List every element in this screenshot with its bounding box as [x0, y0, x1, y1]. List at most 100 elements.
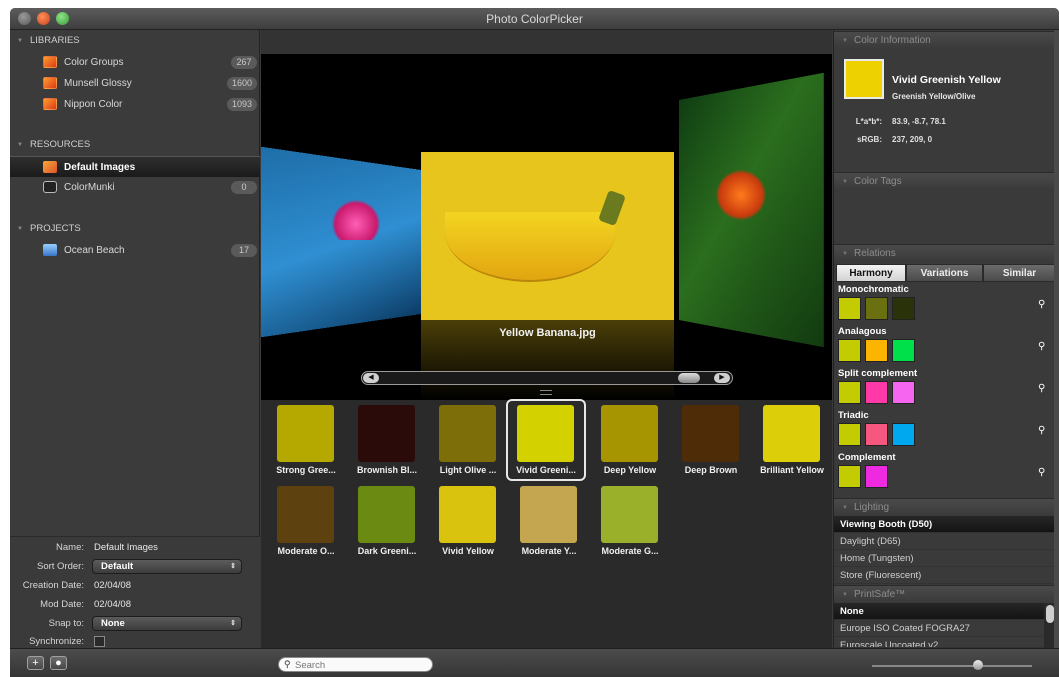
sort-order-select[interactable]: Default ⇕ [92, 559, 242, 574]
updown-arrows-icon: ⇕ [230, 563, 236, 570]
swatch-label: Deep Brown [684, 465, 738, 475]
current-color-swatch [844, 59, 884, 99]
item-count-badge: 1093 [226, 98, 257, 111]
scroll-left-icon[interactable]: ◀ [363, 373, 379, 383]
printsafe-option[interactable]: Europe ISO Coated FOGRA27 [834, 620, 1044, 637]
cover-image-pink-flower[interactable] [261, 146, 421, 338]
lighting-option[interactable]: Daylight (D65) [834, 533, 1056, 550]
relations-header[interactable]: Relations [834, 244, 1056, 263]
relation-swatch[interactable] [838, 381, 861, 404]
lighting-option[interactable]: Viewing Booth (D50) [834, 516, 1056, 533]
libraries-header[interactable]: LIBRARIES [10, 31, 260, 51]
swatch-label: Light Olive ... [439, 465, 497, 475]
relation-swatch[interactable] [865, 423, 888, 446]
sidebar-item-color-groups[interactable]: Color Groups 267 [10, 52, 260, 73]
projects-header[interactable]: PROJECTS [10, 219, 260, 239]
swatch-item[interactable]: Brownish Bl... [347, 400, 427, 482]
swatch-item[interactable]: Light Olive ... [428, 400, 508, 482]
relations-tabs: Harmony Variations Similar [836, 264, 1056, 282]
swatch-color [439, 486, 496, 543]
relation-swatch[interactable] [838, 297, 861, 320]
search-icon: ⚲ [284, 659, 291, 669]
printsafe-option[interactable]: Euroscale Uncoated v2 [834, 637, 1044, 648]
sidebar-item-label: ColorMunki [64, 182, 115, 193]
collection-info-panel: Name: Default Images Sort Order: Default… [10, 536, 260, 648]
swatch-item[interactable]: Moderate G... [590, 481, 670, 563]
zoom-slider-thumb[interactable] [973, 660, 983, 670]
relation-name: Split complement [838, 368, 918, 379]
swatch-label: Strong Gree... [276, 465, 336, 475]
scrollbar-thumb[interactable] [1046, 605, 1054, 623]
sort-order-row: Sort Order: Default ⇕ [10, 558, 260, 576]
swatch-item[interactable]: Dark Greeni... [347, 481, 427, 563]
tab-similar[interactable]: Similar [983, 264, 1056, 282]
relation-swatch[interactable] [865, 339, 888, 362]
coverflow-scrollbar[interactable]: ◀ ▶ [361, 371, 733, 385]
relation-swatch[interactable] [865, 381, 888, 404]
magnifier-icon[interactable]: ⚲ [1038, 426, 1048, 436]
resize-grip-icon[interactable] [540, 390, 552, 395]
relation-swatch[interactable] [865, 297, 888, 320]
sidebar-item-label: Default Images [64, 162, 136, 173]
lighting-option[interactable]: Home (Tungsten) [834, 550, 1056, 567]
printsafe-option[interactable]: None [834, 603, 1044, 620]
bottom-toolbar: + ● ⚲ [10, 648, 1059, 677]
relation-swatch[interactable] [865, 465, 888, 488]
image-stack-icon [43, 161, 57, 173]
swatch-item[interactable]: Deep Brown [671, 400, 751, 482]
record-icon[interactable]: ● [50, 656, 67, 670]
swatch-color [763, 405, 820, 462]
relation-swatch[interactable] [892, 339, 915, 362]
magnifier-icon[interactable]: ⚲ [1038, 384, 1048, 394]
relation-complement: Complement ⚲ [834, 452, 1056, 492]
scrollbar-thumb[interactable] [678, 373, 700, 383]
relation-swatch[interactable] [838, 465, 861, 488]
magnifier-icon[interactable]: ⚲ [1038, 468, 1048, 478]
scroll-right-icon[interactable]: ▶ [714, 373, 730, 383]
relation-swatch[interactable] [838, 423, 861, 446]
search-field[interactable]: ⚲ [278, 657, 433, 672]
printsafe-header[interactable]: PrintSafe™ [834, 585, 1056, 604]
swatch-item[interactable]: Vivid Yellow [428, 481, 508, 563]
relation-swatch[interactable] [892, 423, 915, 446]
swatch-item[interactable]: Moderate Y... [509, 481, 589, 563]
swatch-color [439, 405, 496, 462]
mod-date-label: Mod Date: [40, 599, 84, 610]
color-tags-header[interactable]: Color Tags [834, 172, 1056, 191]
bird-of-paradise-shape [711, 170, 771, 220]
swatch-color [277, 486, 334, 543]
swatch-label: Moderate Y... [521, 546, 577, 556]
lighting-option[interactable]: Store (Fluorescent) [834, 567, 1056, 584]
relation-swatch[interactable] [838, 339, 861, 362]
color-information-header[interactable]: Color Information [834, 31, 1056, 50]
search-input[interactable] [295, 659, 425, 671]
synchronize-checkbox[interactable] [94, 636, 105, 647]
zoom-slider-track[interactable] [872, 665, 1032, 667]
sidebar-item-default-images[interactable]: Default Images [10, 156, 260, 177]
swatch-item-selected[interactable]: Vivid Greeni... [506, 399, 586, 481]
swatch-item[interactable]: Brilliant Yellow [752, 400, 832, 482]
inspector-scrollbar[interactable] [1054, 30, 1059, 648]
magnifier-icon[interactable]: ⚲ [1038, 342, 1048, 352]
sidebar-item-munsell-glossy[interactable]: Munsell Glossy 1600 [10, 73, 260, 94]
pink-flower-shape [331, 200, 381, 240]
swatch-item[interactable]: Deep Yellow [590, 400, 670, 482]
tab-harmony[interactable]: Harmony [836, 264, 906, 282]
swatch-label: Moderate G... [601, 546, 659, 556]
resources-header[interactable]: RESOURCES [10, 135, 260, 155]
tab-variations[interactable]: Variations [906, 264, 983, 282]
sidebar-item-nippon-color[interactable]: Nippon Color 1093 [10, 94, 260, 115]
sidebar-item-colormunki[interactable]: ColorMunki 0 [10, 177, 260, 198]
cover-image-yellow-banana[interactable] [421, 152, 674, 320]
snap-to-select[interactable]: None ⇕ [92, 616, 242, 631]
sidebar-item-ocean-beach[interactable]: Ocean Beach 17 [10, 240, 260, 261]
lab-value: 83.9, -8.7, 78.1 [892, 117, 946, 126]
relation-swatch[interactable] [892, 381, 915, 404]
plus-icon[interactable]: + [27, 656, 44, 670]
swatch-item[interactable]: Strong Gree... [266, 400, 346, 482]
image-coverflow[interactable]: Yellow Banana.jpg ◀ ▶ [261, 30, 832, 400]
relation-swatch[interactable] [892, 297, 915, 320]
lighting-header[interactable]: Lighting [834, 498, 1056, 517]
magnifier-icon[interactable]: ⚲ [1038, 300, 1048, 310]
swatch-item[interactable]: Moderate O... [266, 481, 346, 563]
